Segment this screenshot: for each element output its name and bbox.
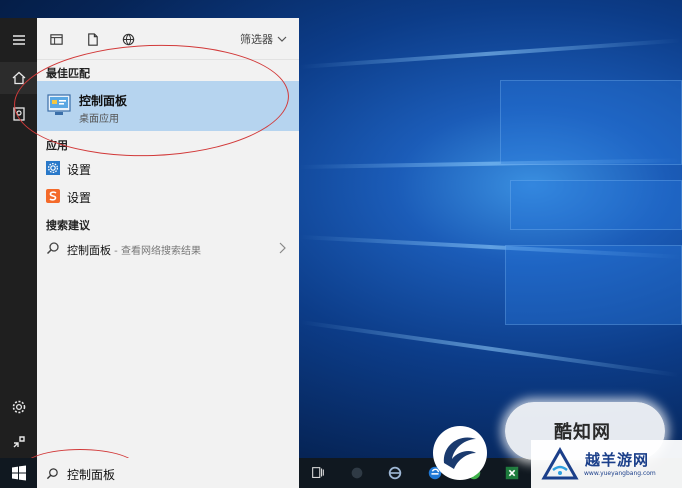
filter-label: 筛选器 (240, 33, 273, 46)
watermark-site-name: 越羊游网 (585, 451, 650, 469)
menu-icon[interactable] (0, 24, 37, 56)
app-result-settings[interactable]: 设置 (37, 156, 299, 182)
suggestion-hint: - 查看网络搜索结果 (111, 246, 201, 257)
excel-icon[interactable] (503, 464, 521, 482)
watermark-swirl-logo (430, 423, 490, 483)
app-result-label: 设置 (67, 191, 92, 205)
filter-dropdown[interactable]: 筛选器 (240, 31, 287, 47)
app-result-sogou-settings[interactable]: 设置 (37, 184, 299, 210)
watermark-site-logo (540, 444, 580, 484)
search-icon (46, 467, 59, 480)
file-icon[interactable] (83, 30, 101, 48)
taskbar-search-box[interactable]: 控制面板 (37, 458, 299, 488)
feedback-icon[interactable] (0, 426, 37, 458)
app-result-label: 设置 (67, 163, 92, 177)
chevron-down-icon (277, 36, 287, 42)
search-icon (46, 241, 60, 255)
web-search-suggestion[interactable]: 控制面板 - 查看网络搜索结果 (37, 236, 299, 262)
app-dark-icon[interactable] (348, 464, 366, 482)
suggestion-text: 控制面板 - 查看网络搜索结果 (67, 242, 201, 258)
task-view-icon[interactable] (309, 464, 327, 482)
suggestion-term: 控制面板 (67, 244, 111, 257)
document-grid-icon[interactable] (47, 30, 65, 48)
ie-browser-icon[interactable] (386, 464, 404, 482)
section-search-suggestions: 搜索建议 (46, 219, 90, 232)
settings-gear-icon (46, 161, 60, 175)
gear-icon[interactable] (0, 391, 37, 423)
chevron-right-icon (277, 242, 287, 254)
search-input[interactable]: 控制面板 (67, 466, 115, 483)
sogou-settings-icon (46, 189, 60, 203)
windows-start-icon[interactable] (0, 458, 37, 488)
watermark-site-url: www.yueyangbang.com (584, 470, 656, 477)
